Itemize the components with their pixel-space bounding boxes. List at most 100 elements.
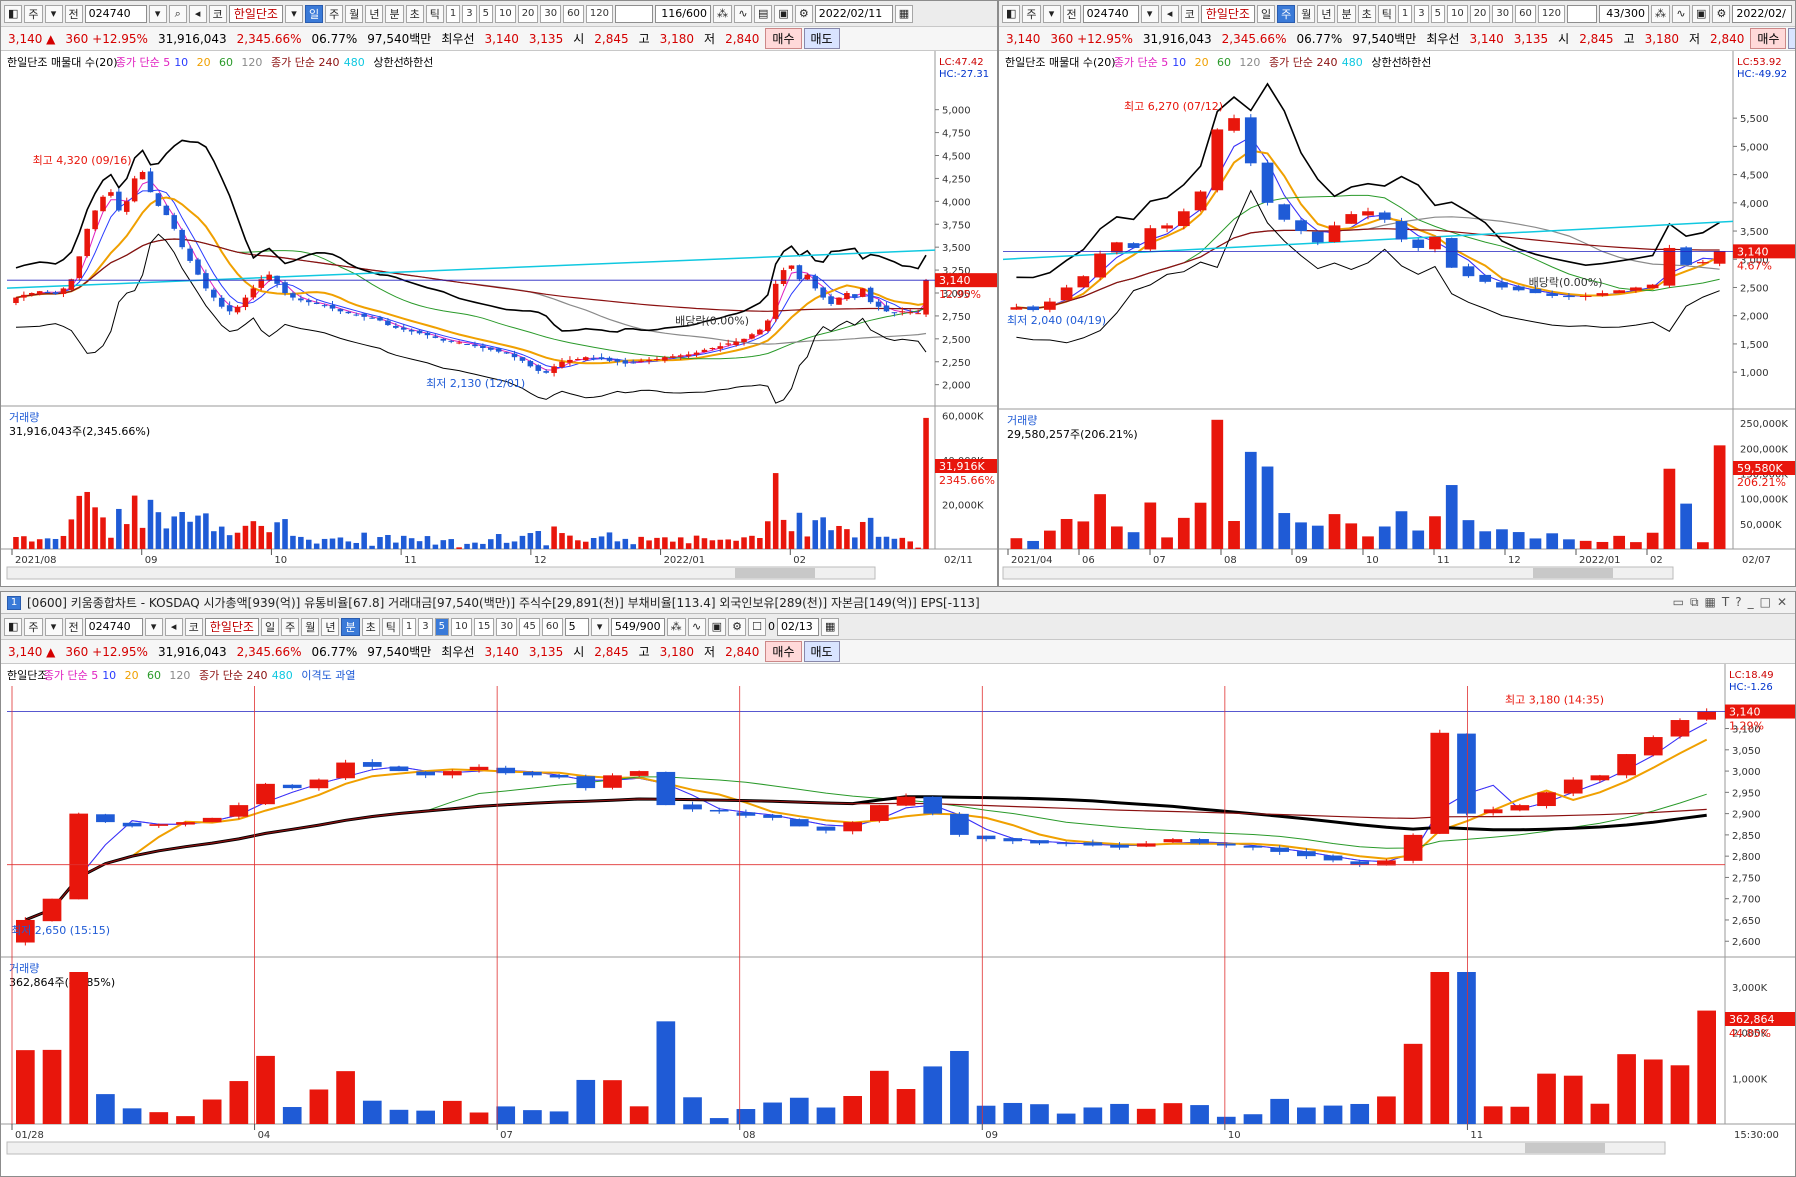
chart-type-icon[interactable]: ⁂ <box>666 617 686 636</box>
period-second[interactable]: 초 <box>361 617 380 636</box>
period-second[interactable]: 초 <box>405 4 424 23</box>
minimize-icon[interactable]: _ <box>1748 595 1754 610</box>
period-year[interactable]: 년 <box>321 617 340 636</box>
indicator-icon[interactable]: ∿ <box>733 4 752 23</box>
interval-3[interactable]: 3 <box>1414 4 1429 23</box>
interval-input[interactable] <box>614 4 653 23</box>
stock-name[interactable]: 한일단조 <box>204 617 259 636</box>
interval-45[interactable]: 45 <box>519 617 540 636</box>
help-icon[interactable]: ? <box>1735 595 1741 610</box>
period-month[interactable]: 월 <box>345 4 364 23</box>
interval-120[interactable]: 120 <box>585 4 613 23</box>
period-day[interactable]: 일 <box>1256 4 1276 23</box>
period-year[interactable]: 년 <box>365 4 384 23</box>
speaker-icon[interactable]: ◂ <box>164 617 183 636</box>
period-month[interactable]: 월 <box>1297 4 1316 23</box>
save-icon[interactable]: ▣ <box>1691 4 1711 23</box>
interval-5[interactable]: 5 <box>1430 4 1445 23</box>
period-tick[interactable]: 틱 <box>425 4 444 23</box>
all-select[interactable]: 전 <box>64 4 83 23</box>
save-icon[interactable]: ▣ <box>774 4 793 23</box>
search-icon[interactable]: ⌕ <box>168 4 187 23</box>
buy-button[interactable]: 매수 <box>765 28 802 49</box>
interval-20[interactable]: 20 <box>517 4 539 23</box>
interval-10[interactable]: 10 <box>1446 4 1468 23</box>
daily-chart[interactable]: 한일단조 매물대 수(20)종가 단순 5 10 20 60 120 종가 단순 240 4… <box>1 51 997 586</box>
stock-name[interactable]: 한일단조 <box>1200 4 1255 23</box>
maximize-icon[interactable]: □ <box>1760 595 1771 610</box>
code-dropdown-icon[interactable]: ▾ <box>148 4 167 23</box>
interval-1[interactable]: 1 <box>401 617 417 636</box>
interval-dropdown-icon[interactable]: ▾ <box>590 617 609 636</box>
code-dropdown-icon[interactable]: ▾ <box>1140 4 1159 23</box>
gear-icon[interactable]: ⚙ <box>728 617 747 636</box>
interval-3[interactable]: 3 <box>418 617 433 636</box>
interval-input[interactable]: 5 <box>564 617 589 636</box>
main-select[interactable]: 주 <box>24 617 43 636</box>
period-second[interactable]: 초 <box>1357 4 1376 23</box>
interval-10[interactable]: 10 <box>494 4 516 23</box>
indicator-icon[interactable]: ∿ <box>687 617 706 636</box>
period-tick[interactable]: 틱 <box>1377 4 1396 23</box>
buy-button[interactable]: 매수 <box>765 641 802 662</box>
sell-button[interactable]: 매도 <box>1788 28 1795 49</box>
count-display[interactable]: 116/600 <box>654 4 711 23</box>
indicator-icon[interactable]: ∿ <box>1671 4 1690 23</box>
interval-60[interactable]: 60 <box>1515 4 1536 23</box>
gear-icon[interactable]: ⚙ <box>794 4 813 23</box>
period-minute[interactable]: 분 <box>1337 4 1356 23</box>
interval-30[interactable]: 30 <box>1492 4 1514 23</box>
period-week[interactable]: 주 <box>325 4 344 23</box>
buy-button[interactable]: 매수 <box>1750 28 1787 49</box>
calendar-icon[interactable]: ▦ <box>821 617 840 636</box>
lock-icon[interactable]: ▤ <box>753 4 773 23</box>
layout-button[interactable]: ◧ <box>1002 4 1021 23</box>
chart-type-icon[interactable]: ⁂ <box>1650 4 1670 23</box>
chart-type-icon[interactable]: ⁂ <box>712 4 732 23</box>
name-dropdown-icon[interactable]: ▾ <box>284 4 303 23</box>
date-input[interactable]: 2022/02/ <box>1732 4 1793 23</box>
main-select[interactable]: 주 <box>24 4 43 23</box>
close-icon[interactable]: ✕ <box>1777 595 1787 610</box>
period-month[interactable]: 월 <box>301 617 320 636</box>
period-day[interactable]: 일 <box>304 4 324 23</box>
stock-code-input[interactable]: 024740 <box>1082 4 1139 23</box>
count-display[interactable]: 549/900 <box>610 617 665 636</box>
interval-3[interactable]: 3 <box>462 4 477 23</box>
calendar-icon[interactable]: ▦ <box>894 4 914 23</box>
interval-input[interactable] <box>1566 4 1597 23</box>
interval-120[interactable]: 120 <box>1537 4 1565 23</box>
main-dropdown-icon[interactable]: ▾ <box>1042 4 1061 23</box>
text-icon[interactable]: T <box>1722 595 1729 610</box>
interval-30[interactable]: 30 <box>540 4 562 23</box>
period-week[interactable]: 주 <box>1277 4 1296 23</box>
sell-button[interactable]: 매도 <box>803 28 840 49</box>
sell-button[interactable]: 매도 <box>803 641 840 662</box>
interval-5[interactable]: 5 <box>434 617 449 636</box>
interval-20[interactable]: 20 <box>1469 4 1491 23</box>
interval-5[interactable]: 5 <box>478 4 493 23</box>
interval-60[interactable]: 60 <box>563 4 584 23</box>
period-tick[interactable]: 틱 <box>381 617 400 636</box>
layout-button[interactable]: ◧ <box>4 4 23 23</box>
date-input[interactable]: 02/13 <box>777 617 820 636</box>
code-dropdown-icon[interactable]: ▾ <box>144 617 163 636</box>
all-select[interactable]: 전 <box>1062 4 1081 23</box>
period-week[interactable]: 주 <box>281 617 300 636</box>
interval-15[interactable]: 15 <box>473 617 495 636</box>
stock-name[interactable]: 한일단조 <box>228 4 283 23</box>
period-year[interactable]: 년 <box>1317 4 1336 23</box>
speaker-icon[interactable]: ◂ <box>1160 4 1179 23</box>
main-dropdown-icon[interactable]: ▾ <box>44 617 63 636</box>
interval-1[interactable]: 1 <box>445 4 461 23</box>
interval-60[interactable]: 60 <box>541 617 563 636</box>
gear-icon[interactable]: ⚙ <box>1712 4 1731 23</box>
stock-code-input[interactable]: 024740 <box>84 4 147 23</box>
all-select[interactable]: 전 <box>64 617 83 636</box>
checkbox[interactable]: ☐ <box>748 617 767 636</box>
main-select[interactable]: 주 <box>1022 4 1041 23</box>
layout-button[interactable]: ◧ <box>4 617 23 636</box>
link-icon[interactable]: ⧉ <box>1690 595 1699 610</box>
period-minute[interactable]: 분 <box>385 4 404 23</box>
restore-icon[interactable]: ▭ <box>1673 595 1684 610</box>
